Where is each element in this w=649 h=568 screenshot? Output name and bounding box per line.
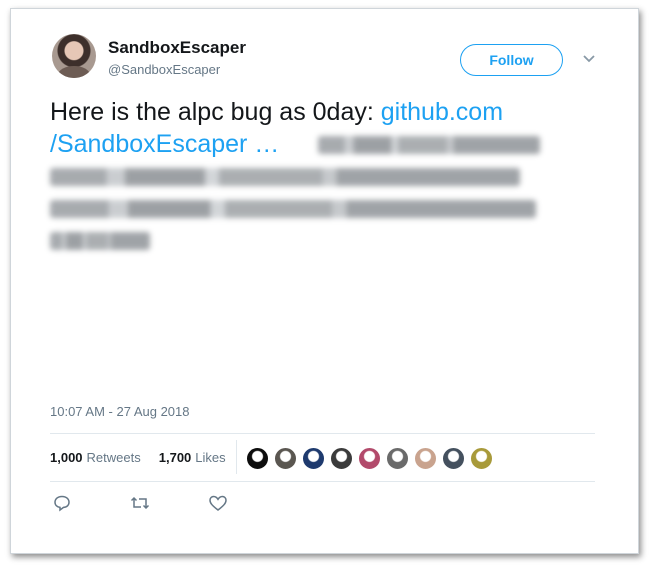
tweet-text-plain: Here is the alpc bug as 0day: xyxy=(50,98,381,126)
like-icon[interactable] xyxy=(208,494,228,512)
redacted-text xyxy=(318,136,540,154)
liker-avatar[interactable] xyxy=(274,447,297,470)
like-count[interactable]: 1,700 xyxy=(159,450,192,465)
liker-avatar[interactable] xyxy=(330,447,353,470)
liker-avatar[interactable] xyxy=(302,447,325,470)
tweet-link-line1[interactable]: github.com xyxy=(381,98,503,126)
tweet-actions xyxy=(52,494,228,512)
divider xyxy=(236,440,237,474)
liker-avatar[interactable] xyxy=(246,447,269,470)
chevron-down-icon[interactable] xyxy=(581,52,597,66)
redacted-text xyxy=(50,232,150,250)
divider xyxy=(50,481,595,482)
liker-avatar[interactable] xyxy=(386,447,409,470)
avatar[interactable] xyxy=(52,34,96,78)
liker-avatar[interactable] xyxy=(470,447,493,470)
liker-avatar[interactable] xyxy=(358,447,381,470)
display-name[interactable]: SandboxEscaper xyxy=(108,38,246,58)
retweet-label[interactable]: Retweets xyxy=(87,450,141,465)
tweet-link-line2[interactable]: /SandboxEscaper … xyxy=(50,130,279,158)
like-label[interactable]: Likes xyxy=(195,450,225,465)
tweet-timestamp[interactable]: 10:07 AM - 27 Aug 2018 xyxy=(50,404,190,419)
engagement-stats: 1,000 Retweets 1,700 Likes xyxy=(50,450,226,465)
redacted-text xyxy=(50,168,520,186)
liker-avatars xyxy=(246,447,493,470)
liker-avatar[interactable] xyxy=(442,447,465,470)
retweet-count[interactable]: 1,000 xyxy=(50,450,83,465)
liker-avatar[interactable] xyxy=(414,447,437,470)
divider xyxy=(50,433,595,434)
follow-button[interactable]: Follow xyxy=(460,44,563,76)
reply-icon[interactable] xyxy=(52,494,72,512)
redacted-text xyxy=(50,200,536,218)
retweet-icon[interactable] xyxy=(130,494,150,512)
user-handle[interactable]: @SandboxEscaper xyxy=(108,62,220,77)
tweet-card xyxy=(10,8,639,554)
